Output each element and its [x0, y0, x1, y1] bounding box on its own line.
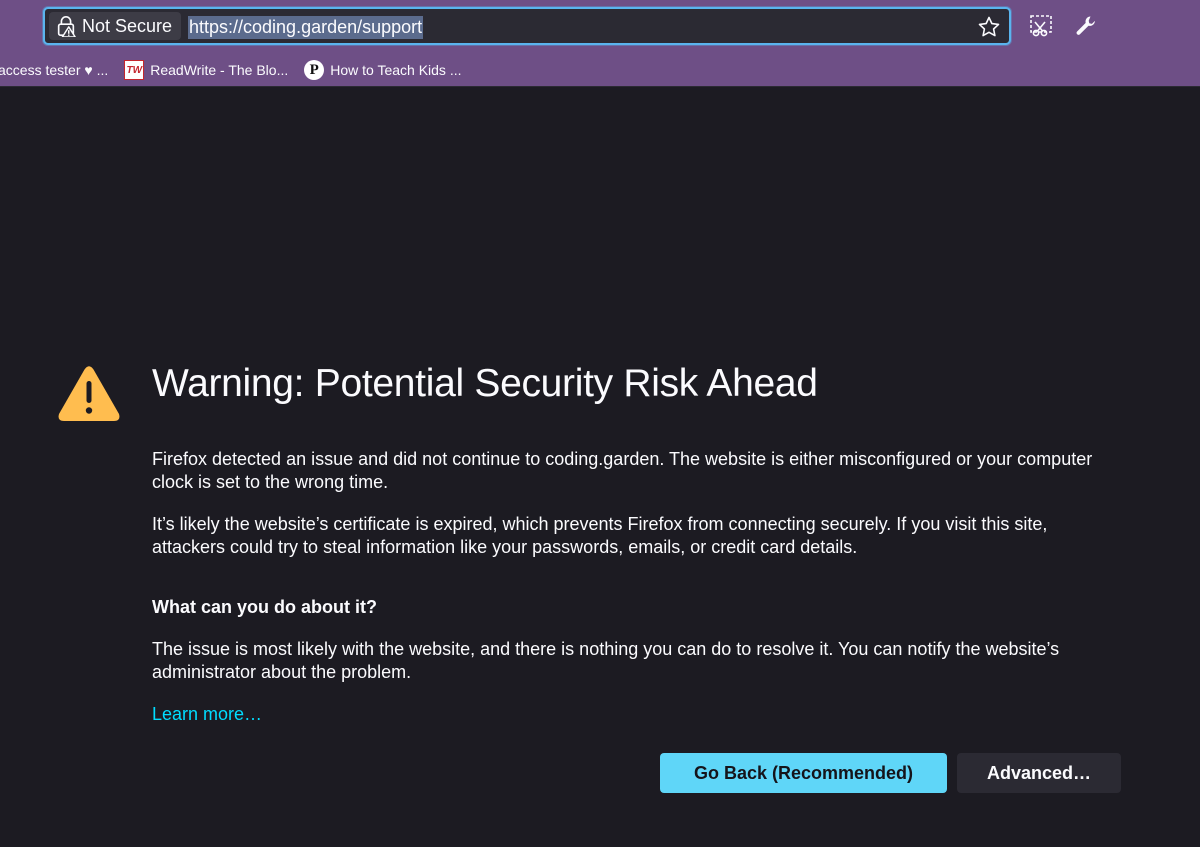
page-title: Warning: Potential Security Risk Ahead: [152, 362, 818, 405]
site-identity-button[interactable]: Not Secure: [49, 12, 181, 40]
bookmarks-toolbar: access tester ♥ ... TW ReadWrite - The B…: [0, 56, 1200, 84]
learn-more-link[interactable]: Learn more…: [152, 704, 262, 725]
bookmark-item[interactable]: TW ReadWrite - The Blo...: [124, 60, 288, 80]
wrench-icon[interactable]: [1073, 13, 1099, 39]
go-back-button[interactable]: Go Back (Recommended): [660, 753, 947, 793]
bookmark-label: How to Teach Kids ...: [330, 62, 462, 78]
what-can-you-do-heading: What can you do about it?: [152, 597, 377, 617]
certificate-explanation: It’s likely the website’s certificate is…: [152, 514, 1048, 557]
star-icon[interactable]: [977, 15, 1001, 39]
bookmark-item[interactable]: access tester ♥ ...: [0, 62, 108, 78]
url-text[interactable]: https://coding.garden/support: [188, 16, 424, 39]
p-favicon-icon: P: [304, 60, 325, 80]
bookmark-item[interactable]: P How to Teach Kids ...: [304, 60, 461, 80]
browser-toolbar: Not Secure https://coding.garden/support…: [0, 0, 1200, 87]
lock-warning-icon: [57, 16, 76, 37]
error-description: Firefox detected an issue and did not co…: [152, 449, 1093, 492]
warning-icon: [58, 366, 120, 421]
screenshot-icon[interactable]: [1028, 13, 1054, 39]
url-bar[interactable]: Not Secure https://coding.garden/support: [43, 7, 1011, 45]
identity-label: Not Secure: [82, 15, 173, 36]
advanced-button[interactable]: Advanced…: [957, 753, 1121, 793]
bookmark-label: ReadWrite - The Blo...: [150, 62, 289, 78]
readwrite-favicon-icon: TW: [124, 60, 145, 80]
bookmark-label: access tester ♥ ...: [0, 62, 109, 78]
resolution-text: The issue is most likely with the websit…: [152, 639, 1060, 682]
